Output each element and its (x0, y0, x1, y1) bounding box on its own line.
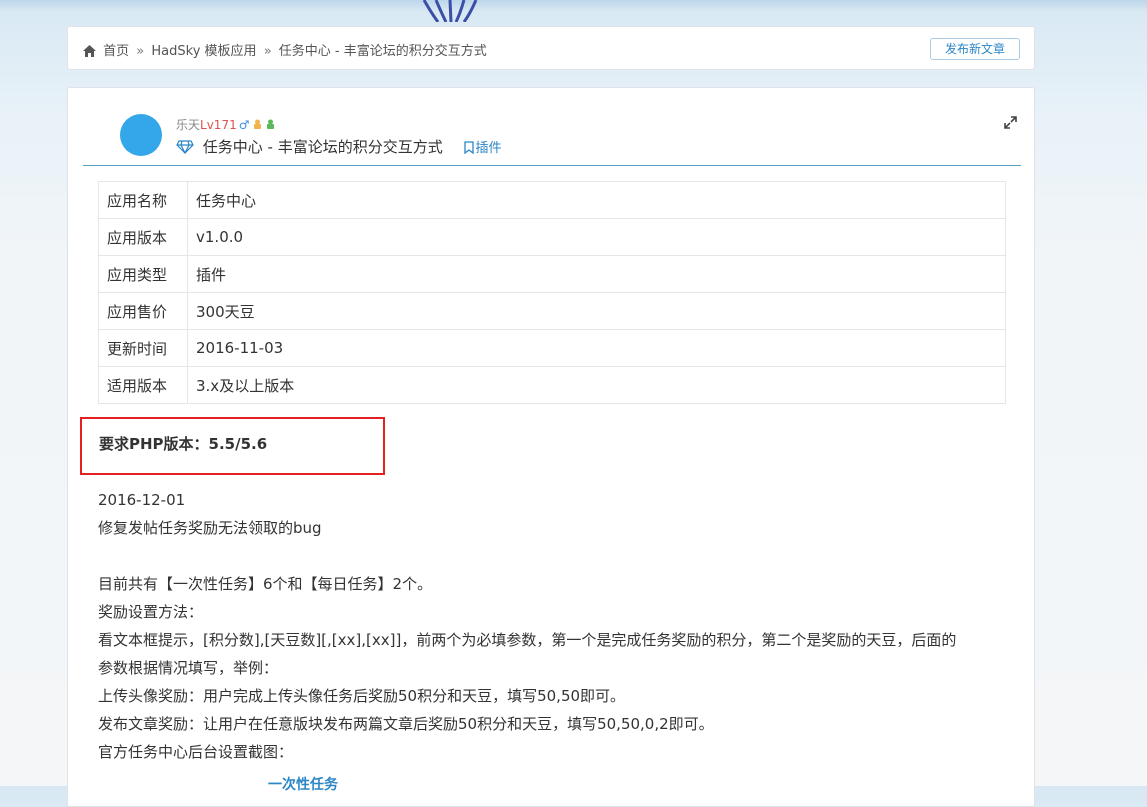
publish-article-button[interactable]: 发布新文章 (930, 38, 1020, 60)
table-row: 适用版本 3.x及以上版本 (98, 366, 1006, 404)
breadcrumb-separator: » (263, 44, 272, 59)
body-blank-line (98, 542, 1008, 570)
table-value: 2016-11-03 (187, 329, 1006, 367)
screenshot-heading-partial: 一次性任务 (268, 777, 338, 793)
breadcrumb: 首页 » HadSky 模板应用 » 任务中心 - 丰富论坛的积分交互方式 (83, 40, 487, 61)
post-card: 乐天Lv171 ♂ 任务中心 - 丰富论坛的积分交互方式 插件 应用名称 任务中心 … (67, 87, 1035, 807)
breadcrumb-bar: 首页 » HadSky 模板应用 » 任务中心 - 丰富论坛的积分交互方式 发布… (67, 26, 1035, 70)
breadcrumb-category-link[interactable]: HadSky 模板应用 (151, 44, 256, 59)
breadcrumb-current: 任务中心 - 丰富论坛的积分交互方式 (278, 44, 487, 59)
body-line: 目前共有【一次性任务】6个和【每日任务】2个。 (98, 575, 433, 593)
table-value: 插件 (187, 255, 1006, 293)
post-header: 乐天Lv171 ♂ 任务中心 - 丰富论坛的积分交互方式 插件 (83, 88, 1021, 166)
diamond-icon (176, 140, 194, 158)
balloon-decoration (420, 0, 482, 22)
table-value: 任务中心 (187, 181, 1006, 219)
post-title: 任务中心 - 丰富论坛的积分交互方式 (202, 138, 443, 156)
user-info: 乐天Lv171 ♂ (176, 116, 275, 133)
body-line: 上传头像奖励：用户完成上传头像任务后奖励50积分和天豆，填写50,50即可。 (98, 687, 626, 705)
table-key: 更新时间 (98, 329, 188, 367)
table-row: 更新时间 2016-11-03 (98, 329, 1006, 367)
medal-icon (253, 118, 262, 132)
table-value: 3.x及以上版本 (187, 366, 1006, 404)
tag-label: 插件 (475, 141, 502, 156)
body-line: 参数根据情况填写，举例： (98, 659, 279, 677)
php-requirement-text: 要求PHP版本：5.5/5.6 (99, 435, 268, 453)
table-key: 应用类型 (98, 255, 188, 293)
gender-icon: ♂ (238, 118, 250, 132)
table-row: 应用类型 插件 (98, 255, 1006, 293)
body-line: 发布文章奖励：让用户在任意版块发布两篇文章后奖励50积分和天豆，填写50,50,… (98, 715, 714, 733)
table-key: 应用名称 (98, 181, 188, 219)
body-line: 官方任务中心后台设置截图： (98, 743, 294, 761)
breadcrumb-separator: » (136, 44, 145, 59)
body-line: 奖励设置方法： (98, 603, 204, 621)
post-body: 2016-12-01 修复发帖任务奖励无法领取的bug 目前共有【一次性任务】6… (98, 486, 1008, 766)
table-row: 应用售价 300天豆 (98, 292, 1006, 330)
table-value: v1.0.0 (187, 218, 1006, 256)
table-key: 应用版本 (98, 218, 188, 256)
table-key: 适用版本 (98, 366, 188, 404)
expand-icon[interactable] (1004, 114, 1017, 133)
body-line: 看文本框提示，[积分数],[天豆数][,[xx],[xx]]，前两个为必填参数，… (98, 631, 957, 649)
post-title-line: 任务中心 - 丰富论坛的积分交互方式 插件 (176, 136, 502, 158)
home-icon (83, 45, 96, 61)
avatar[interactable] (120, 114, 162, 156)
breadcrumb-home-link[interactable]: 首页 (103, 44, 129, 59)
table-key: 应用售价 (98, 292, 188, 330)
table-value: 300天豆 (187, 292, 1006, 330)
body-line: 修复发帖任务奖励无法领取的bug (98, 519, 322, 537)
user-badge-icon (266, 118, 275, 132)
user-level: Lv171 (200, 118, 237, 132)
app-info-table: 应用名称 任务中心 应用版本 v1.0.0 应用类型 插件 应用售价 300天豆 更新时… (98, 181, 1006, 404)
body-line: 2016-12-01 (98, 491, 186, 509)
table-row: 应用版本 v1.0.0 (98, 218, 1006, 256)
bookmark-icon (463, 141, 474, 155)
username-link[interactable]: 乐天 (176, 118, 200, 132)
tag-plugin[interactable]: 插件 (463, 141, 502, 156)
table-row: 应用名称 任务中心 (98, 181, 1006, 219)
top-background-strip (0, 0, 1147, 12)
php-requirement-highlight: 要求PHP版本：5.5/5.6 (80, 417, 385, 475)
